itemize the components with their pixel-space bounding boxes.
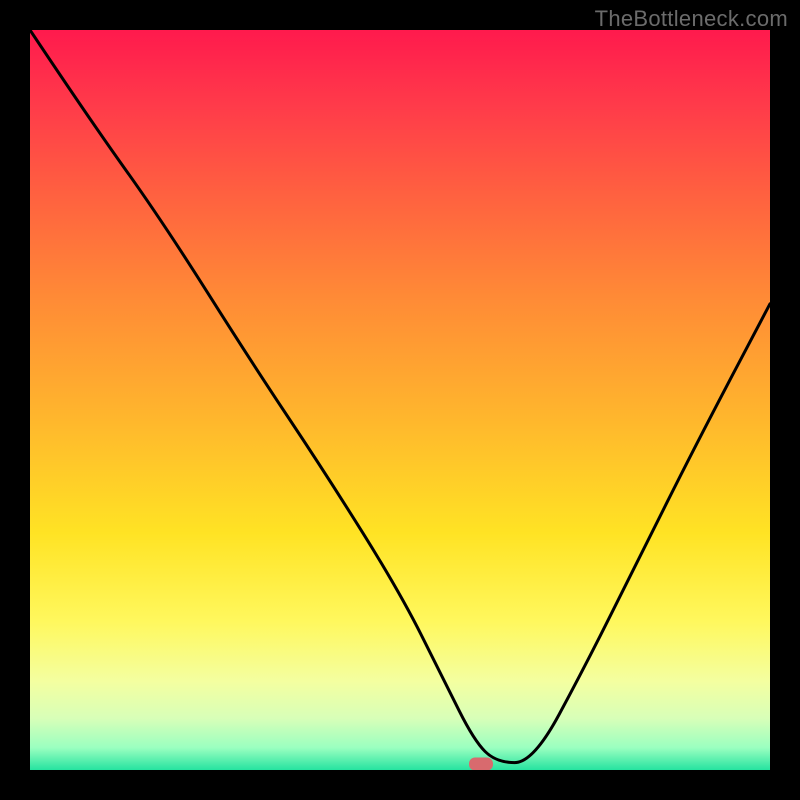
watermark-text: TheBottleneck.com (595, 6, 788, 32)
minimum-marker (469, 758, 493, 770)
bottleneck-curve (30, 30, 770, 770)
plot-area (30, 30, 770, 770)
chart-frame: TheBottleneck.com (0, 0, 800, 800)
